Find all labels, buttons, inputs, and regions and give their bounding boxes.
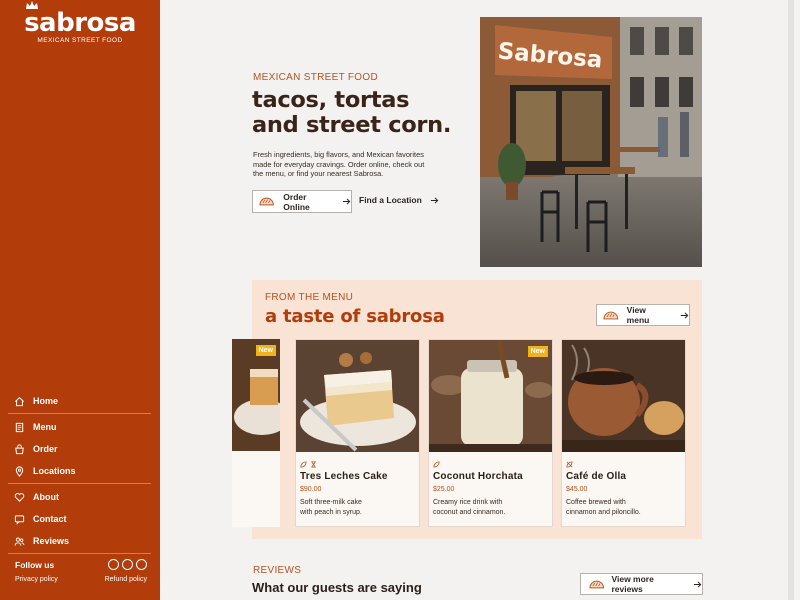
card-desc-line: Creamy rice drink with	[433, 499, 503, 506]
card-description: Coffee brewed with cinnamon and piloncil…	[566, 498, 676, 517]
leaf-icon	[300, 461, 307, 468]
sidebar-item-label: Menu	[33, 422, 57, 432]
brand-name: sabrosa	[24, 8, 136, 38]
view-more-reviews-button[interactable]: View more reviews	[580, 573, 703, 595]
sidebar-item-about[interactable]: About	[8, 486, 151, 508]
taco-icon	[603, 311, 619, 319]
card-desc-line: with peach in syrup.	[300, 508, 362, 516]
card-desc-line: cinnamon and piloncillo.	[566, 508, 641, 516]
taco-icon	[589, 580, 605, 588]
privacy-link[interactable]: Privacy policy	[15, 576, 58, 583]
card-description: Creamy rice drink with coconut and cinna…	[433, 498, 543, 517]
brand-logo[interactable]: sabrosa MEXICAN STREET FOOD	[0, 1, 160, 44]
sidebar-item-order[interactable]: Order	[8, 438, 151, 460]
view-menu-button[interactable]: View menu	[596, 304, 690, 326]
sidebar-item-label: Order	[33, 444, 58, 454]
view-more-reviews-label: View more reviews	[611, 574, 654, 594]
email-icon[interactable]	[122, 559, 133, 570]
card-name: Café de Olla	[566, 471, 627, 482]
arrow-right-icon	[342, 197, 351, 206]
order-online-button[interactable]: Order Online	[252, 190, 352, 213]
sidebar-item-home[interactable]: Home	[8, 390, 151, 412]
card-desc-line: Soft three-milk cake	[300, 499, 362, 506]
home-icon	[15, 396, 24, 406]
hero-title: tacos, tortas and street corn.	[252, 88, 482, 138]
divider	[8, 413, 151, 414]
sidebar: sabrosa MEXICAN STREET FOOD Home Menu Or…	[0, 0, 160, 600]
card-description: Soft three-milk cake with peach in syrup…	[300, 498, 410, 517]
find-location-link[interactable]: Find a Location	[359, 195, 439, 205]
card-name: Coconut Horchata	[433, 471, 523, 482]
sidebar-item-reviews[interactable]: Reviews	[8, 530, 151, 552]
refund-link[interactable]: Refund policy	[105, 576, 147, 583]
menu-card[interactable]: Tres Leches Cake $90.00 Soft three-milk …	[295, 339, 420, 527]
sidebar-item-label: Reviews	[33, 536, 70, 546]
arrow-right-icon	[430, 196, 439, 205]
find-location-label: Find a Location	[359, 195, 422, 205]
menu-eyebrow: FROM THE MENU	[265, 292, 354, 303]
menu-title: a taste of sabrosa	[265, 306, 445, 327]
menu-card[interactable]: Café de Olla $45.00 Coffee brewed with c…	[561, 339, 686, 527]
sidebar-item-label: Locations	[33, 466, 76, 476]
no-leaf-icon	[566, 461, 573, 468]
menu-card-partial[interactable]: New	[232, 339, 280, 527]
heart-hand-icon	[14, 492, 25, 502]
card-name: Tres Leches Cake	[300, 471, 388, 482]
location-pin-icon	[15, 465, 24, 477]
bag-icon	[15, 443, 24, 454]
main-content: MEXICAN STREET FOOD tacos, tortas and st…	[160, 0, 794, 600]
menu-section: FROM THE MENU a taste of sabrosa View me…	[232, 280, 702, 539]
scrollbar[interactable]	[788, 0, 794, 600]
chat-icon	[14, 514, 25, 525]
people-icon	[14, 537, 25, 546]
hero-eyebrow: MEXICAN STREET FOOD	[253, 72, 378, 83]
card-price: $45.00	[566, 486, 588, 493]
menu-book-icon	[15, 422, 24, 432]
hourglass-icon	[311, 461, 316, 468]
card-icons	[566, 461, 573, 468]
sidebar-item-label: Home	[33, 396, 59, 406]
legal-links: Privacy policy Refund policy	[15, 576, 147, 583]
leaf-icon	[433, 461, 440, 468]
reviews-title: What our guests are saying	[252, 580, 422, 595]
hero-title-line1: tacos, tortas	[252, 87, 410, 113]
instagram-icon[interactable]	[108, 559, 119, 570]
sidebar-item-contact[interactable]: Contact	[8, 508, 151, 530]
taco-icon	[259, 197, 274, 206]
arrow-right-icon	[680, 311, 689, 320]
hero-title-line2: and street corn.	[252, 112, 452, 138]
card-icons	[433, 461, 440, 468]
divider	[8, 553, 151, 554]
brand-tagline: MEXICAN STREET FOOD	[37, 37, 123, 44]
arrow-right-icon	[693, 580, 702, 589]
facebook-icon[interactable]	[136, 559, 147, 570]
menu-card[interactable]: New Coconut Horchata $25.00 Creamy rice …	[428, 339, 553, 527]
card-desc-line: Coffee brewed with	[566, 499, 626, 506]
sidebar-item-locations[interactable]: Locations	[8, 460, 151, 482]
hero-storefront-photo: Sabrosa	[480, 17, 702, 267]
sidebar-nav: Home Menu Order Locations About Contact …	[8, 390, 151, 556]
card-price: $25.00	[433, 486, 455, 493]
crown-icon	[26, 1, 39, 9]
card-icons	[300, 461, 317, 468]
follow-us: Follow us	[15, 559, 147, 570]
card-desc-line: coconut and cinnamon.	[433, 508, 506, 516]
sidebar-item-label: Contact	[33, 514, 67, 524]
follow-label: Follow us	[15, 559, 55, 570]
new-badge: New	[527, 346, 548, 357]
new-badge: New	[255, 345, 276, 356]
order-online-label: Order Online	[283, 191, 310, 212]
cafe-de-olla-photo	[562, 340, 685, 452]
divider	[8, 483, 151, 484]
card-price: $90.00	[300, 486, 322, 493]
sidebar-item-menu[interactable]: Menu	[8, 416, 151, 438]
tres-leches-photo	[296, 340, 419, 452]
hero-description: Fresh ingredients, big flavors, and Mexi…	[253, 150, 425, 178]
reviews-eyebrow: REVIEWS	[253, 565, 302, 576]
view-menu-label: View menu	[626, 305, 650, 325]
sidebar-item-label: About	[33, 492, 59, 502]
